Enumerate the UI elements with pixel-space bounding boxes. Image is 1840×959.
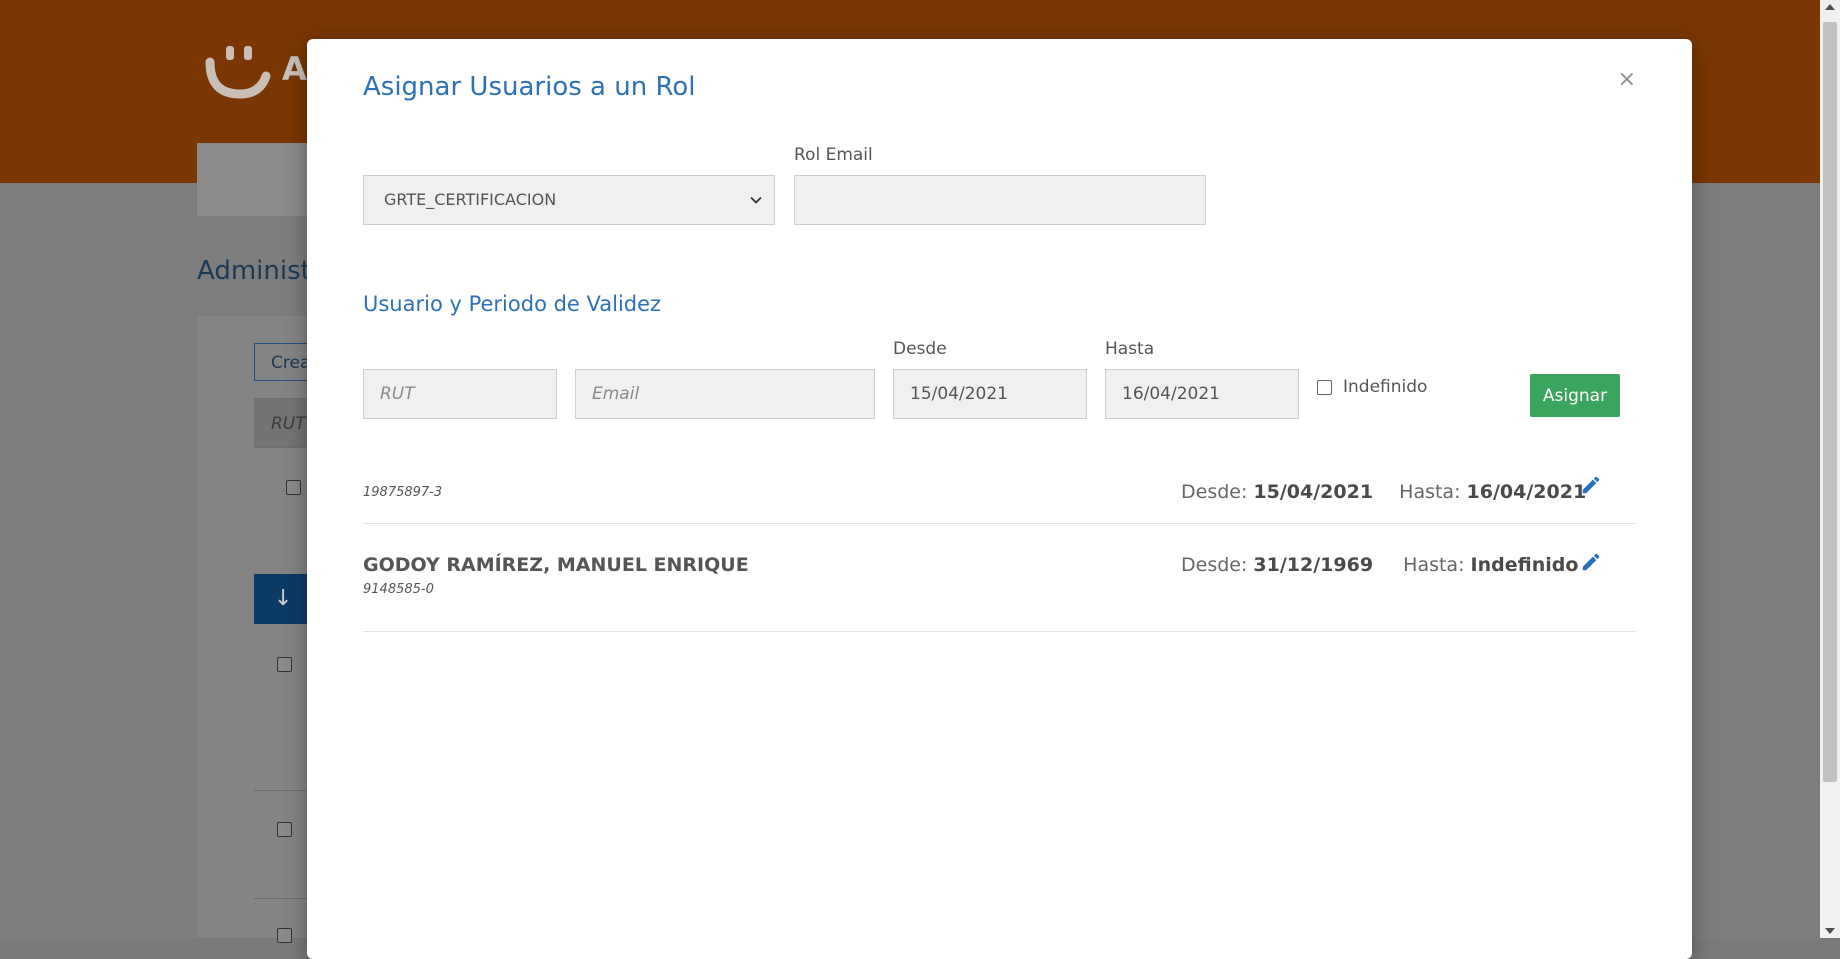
pencil-icon[interactable] <box>1580 551 1602 573</box>
rol-email-label: Rol Email <box>794 145 873 165</box>
user-rut: 19875897-3 <box>363 485 443 500</box>
row-checkbox[interactable] <box>277 657 292 672</box>
hasta-date-input[interactable] <box>1105 369 1299 419</box>
validity-range: Desde: 15/04/2021 Hasta: 16/04/2021 <box>1181 481 1586 503</box>
chevron-down-icon <box>750 196 762 204</box>
brand-logo-text: A <box>282 50 307 88</box>
list-item: 19875897-3 Desde: 15/04/2021 Hasta: 16/0… <box>363 447 1636 524</box>
close-icon[interactable]: × <box>1618 69 1636 91</box>
email-input[interactable] <box>575 369 875 419</box>
rut-input[interactable] <box>363 369 557 419</box>
desde-value: 15/04/2021 <box>1253 481 1374 503</box>
modal-title: Asignar Usuarios a un Rol <box>363 72 696 102</box>
row-checkbox[interactable] <box>277 928 292 943</box>
user-name: GODOY RAMÍREZ, MANUEL ENRIQUE <box>363 554 749 576</box>
hasta-caption: Hasta: <box>1403 554 1465 576</box>
select-all-checkbox[interactable] <box>286 480 301 495</box>
page-title: Administr <box>197 256 322 286</box>
row-checkbox[interactable] <box>277 822 292 837</box>
scroll-down-icon[interactable] <box>1825 928 1835 934</box>
desde-label: Desde <box>893 339 947 359</box>
pencil-icon[interactable] <box>1580 474 1602 496</box>
hasta-value: Indefinido <box>1470 554 1579 576</box>
brand-logo-icon <box>205 46 271 99</box>
nav-tab-bar <box>197 143 317 216</box>
hasta-value: 16/04/2021 <box>1466 481 1587 503</box>
assign-users-modal: Asignar Usuarios a un Rol × GRTE_CERTIFI… <box>307 39 1692 959</box>
page-scrollbar[interactable] <box>1820 0 1840 938</box>
rol-email-input[interactable] <box>794 175 1206 225</box>
desde-caption: Desde: <box>1181 554 1248 576</box>
list-item: GODOY RAMÍREZ, MANUEL ENRIQUE 9148585-0 … <box>363 524 1636 632</box>
assign-button[interactable]: Asignar <box>1530 374 1620 417</box>
hasta-label: Hasta <box>1105 339 1155 359</box>
desde-date-input[interactable] <box>893 369 1087 419</box>
role-select-value: GRTE_CERTIFICACION <box>384 190 557 209</box>
user-rut: 9148585-0 <box>363 582 434 597</box>
indefinido-label: Indefinido <box>1343 377 1428 397</box>
download-icon: ↓ <box>274 586 293 611</box>
desde-caption: Desde: <box>1181 481 1248 503</box>
scroll-up-icon[interactable] <box>1825 4 1835 10</box>
validity-range: Desde: 31/12/1969 Hasta: Indefinido <box>1181 554 1578 576</box>
role-select[interactable]: GRTE_CERTIFICACION <box>363 175 775 225</box>
section-title: Usuario y Periodo de Validez <box>363 292 662 316</box>
scroll-thumb[interactable] <box>1823 22 1837 782</box>
hasta-caption: Hasta: <box>1399 481 1461 503</box>
indefinido-checkbox[interactable] <box>1317 380 1332 395</box>
desde-value: 31/12/1969 <box>1253 554 1374 576</box>
